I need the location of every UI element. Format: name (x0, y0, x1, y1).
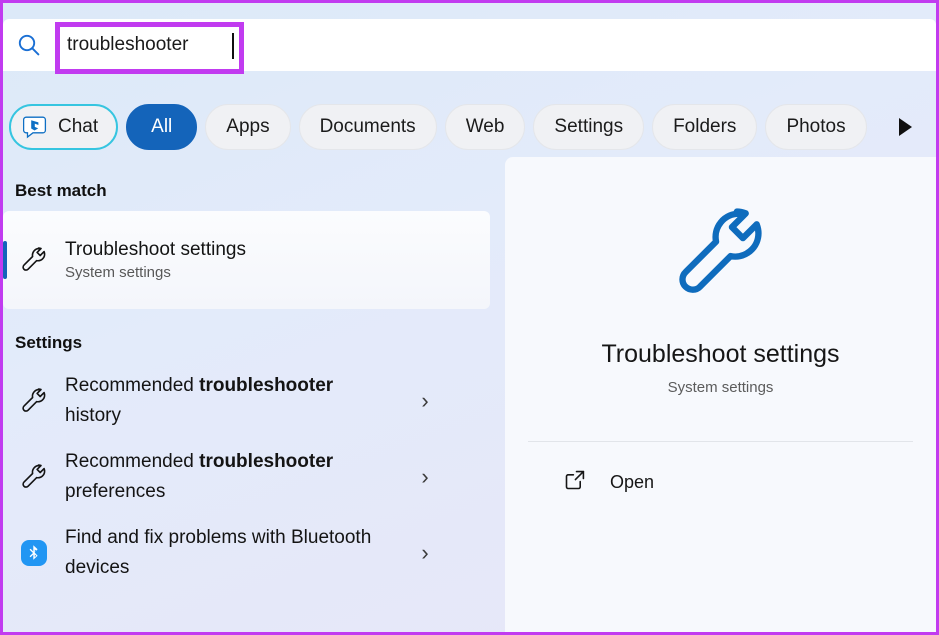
chip-settings[interactable]: Settings (533, 104, 645, 150)
chip-settings-label: Settings (554, 116, 624, 137)
search-input[interactable] (55, 25, 936, 65)
chip-web-label: Web (465, 116, 505, 137)
divider (528, 441, 913, 442)
label-match: troubleshooter (199, 375, 334, 396)
chip-all[interactable]: All (126, 104, 198, 150)
wrench-icon-large (668, 201, 774, 312)
best-match-title: Troubleshoot settings (65, 239, 246, 260)
settings-heading: Settings (15, 333, 83, 352)
chip-apps[interactable]: Apps (205, 104, 291, 150)
chip-folders[interactable]: Folders (652, 104, 758, 150)
list-item[interactable]: Recommended troubleshooter preferences › (3, 439, 502, 515)
selection-indicator (3, 241, 7, 279)
label-match: troubleshooter (199, 451, 334, 472)
chip-folders-label: Folders (673, 116, 737, 137)
chevron-right-icon[interactable]: › (395, 388, 455, 414)
open-external-icon (564, 469, 586, 496)
page-title: Troubleshoot settings (601, 340, 840, 368)
chip-documents-label: Documents (319, 116, 416, 137)
search-flyout: Chat All Apps Documents Web Settings Fol… (0, 0, 939, 635)
label-prefix: Recommended (65, 451, 200, 472)
chevron-right-triangle-icon[interactable] (888, 107, 922, 147)
chip-chat-label: Chat (58, 116, 99, 137)
wrench-icon (3, 462, 65, 492)
filter-chip-row: Chat All Apps Documents Web Settings Fol… (3, 101, 936, 153)
list-item-label: Find and fix problems with Bluetooth dev… (65, 523, 395, 583)
search-bar (3, 19, 936, 74)
list-item[interactable]: Recommended troubleshooter history › (3, 363, 502, 439)
chevron-right-icon[interactable]: › (395, 464, 455, 490)
chip-photos[interactable]: Photos (765, 104, 867, 150)
chip-apps-label: Apps (226, 116, 270, 137)
chip-web[interactable]: Web (444, 104, 526, 150)
preview-panel: Troubleshoot settings System settings Op… (505, 157, 936, 632)
wrench-icon (3, 245, 65, 275)
label-prefix: Recommended (65, 375, 200, 396)
chip-chat[interactable]: Chat (9, 104, 119, 150)
list-item-label: Recommended troubleshooter preferences (65, 447, 395, 507)
bluetooth-icon (3, 540, 65, 566)
chevron-right-icon[interactable]: › (395, 540, 455, 566)
bing-chat-icon (22, 114, 49, 140)
chip-documents[interactable]: Documents (298, 104, 437, 150)
best-match-heading: Best match (15, 181, 107, 200)
best-match-row[interactable]: Troubleshoot settings System settings (3, 211, 490, 309)
label-suffix: history (65, 405, 121, 426)
label-prefix: Find and fix problems with Bluetooth dev… (65, 527, 372, 578)
text-caret (232, 33, 234, 59)
chip-photos-label: Photos (786, 116, 846, 137)
list-item[interactable]: Find and fix problems with Bluetooth dev… (3, 515, 502, 591)
open-button[interactable]: Open (528, 458, 913, 506)
label-suffix: preferences (65, 481, 166, 502)
list-item-label: Recommended troubleshooter history (65, 371, 395, 431)
results-body: Best match Troubleshoot settings System … (3, 157, 936, 632)
results-list: Best match Troubleshoot settings System … (3, 157, 502, 632)
chip-all-label: All (151, 116, 173, 137)
best-match-subtitle: System settings (65, 264, 171, 281)
search-icon (3, 19, 55, 71)
preview-subtitle: System settings (667, 379, 774, 396)
wrench-icon (3, 386, 65, 416)
search-field-wrap (55, 19, 936, 74)
open-label: Open (610, 471, 655, 492)
